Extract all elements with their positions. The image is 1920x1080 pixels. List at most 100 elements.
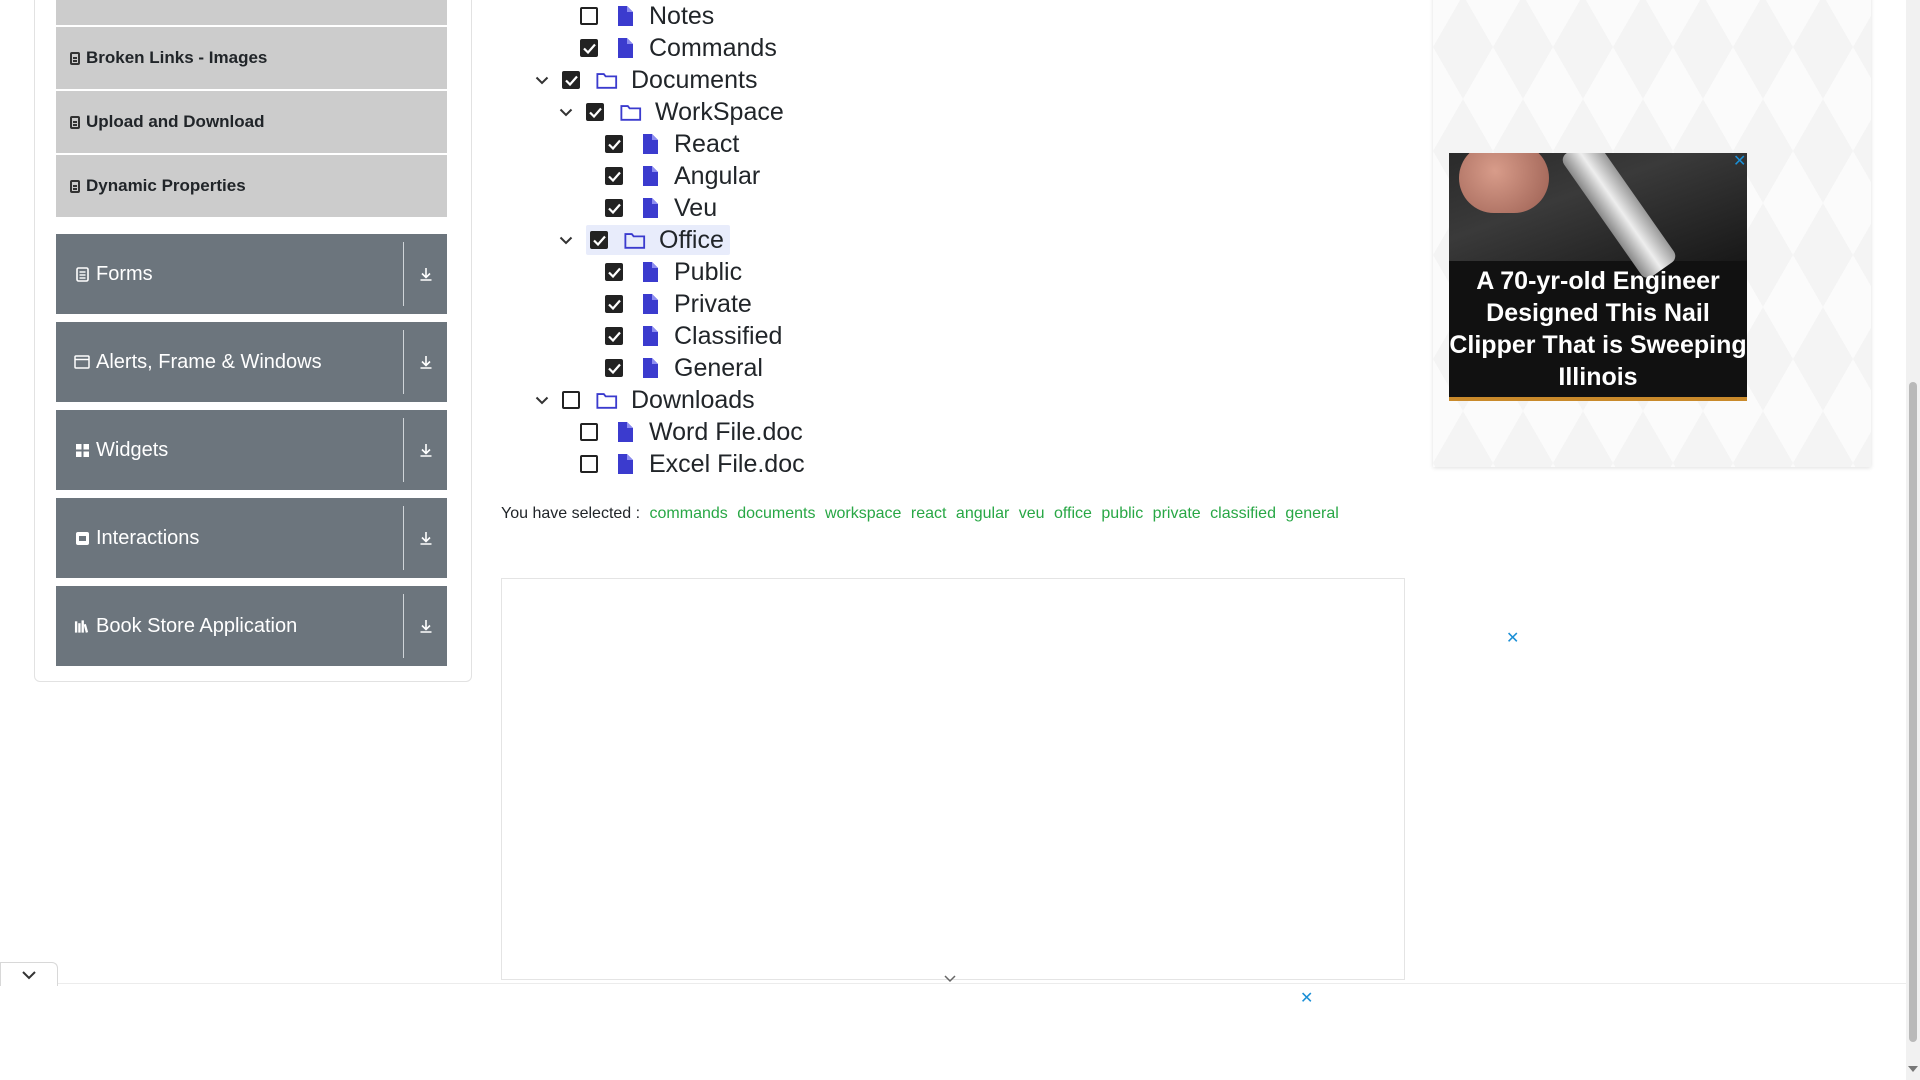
checkbox-unchecked-icon[interactable] [580,7,598,25]
download-arrow-icon[interactable] [404,330,447,394]
document-icon [70,179,80,193]
tree-node-commands[interactable]: Commands [580,33,777,63]
file-icon [614,37,636,59]
sidebar-item-dynamic-properties[interactable]: Dynamic Properties [56,155,447,217]
download-arrow-icon[interactable] [404,506,447,570]
selection-result: You have selected : commands documents w… [501,505,1339,523]
selection-result-items: commands documents workspace react angul… [645,505,1339,522]
sidebar-sub-item-partial[interactable] [56,0,447,25]
folder-icon [596,69,618,91]
file-icon [614,453,636,475]
ad-close-icon[interactable]: ✕ [1300,988,1313,1008]
window-icon [74,354,90,370]
sidebar-item-label: Broken Links - Images [86,48,268,67]
tree-node-classified[interactable]: Classified [605,321,782,351]
ad-frame [501,578,1405,980]
selected-item: commands [649,505,728,522]
tree-node-label[interactable]: Word File.doc [649,417,803,447]
scrollbar-thumb[interactable] [1909,382,1917,1042]
checkbox-checked-icon[interactable] [605,135,623,153]
scrollbar[interactable] [1906,0,1920,1080]
ad-close-icon[interactable]: ✕ [1733,151,1746,171]
chevron-down-icon[interactable] [558,232,574,248]
tree-node-word-file[interactable]: Word File.doc [580,417,803,447]
checkbox-checked-icon[interactable] [605,199,623,217]
checkbox-unchecked-icon[interactable] [580,423,598,441]
selected-item: veu [1018,505,1045,522]
download-arrow-icon[interactable] [404,418,447,482]
tree-node-label[interactable]: Documents [631,65,757,95]
ad-headline[interactable]: A 70-yr-old Engineer Designed This Nail … [1449,265,1747,393]
selected-item: angular [955,505,1010,522]
widgets-icon [74,442,90,458]
tree-node-label[interactable]: Commands [649,33,777,63]
selection-result-label: You have selected : [501,505,641,522]
tree-node-react[interactable]: React [605,129,739,159]
sidebar-group-book-store[interactable]: Book Store Application [56,586,447,666]
tree-node-label[interactable]: Angular [674,161,760,191]
tree-node-notes[interactable]: Notes [580,1,714,31]
tree-node-documents[interactable]: Documents [534,65,757,95]
tree-node-public[interactable]: Public [605,257,742,287]
tree-node-general[interactable]: General [605,353,763,383]
group-label: Alerts, Frame & Windows [96,350,322,373]
checkbox-checked-icon[interactable] [562,71,580,89]
ad-collapse-button[interactable] [0,962,58,986]
tree-node-workspace[interactable]: WorkSpace [558,97,784,127]
tree-node-label[interactable]: Excel File.doc [649,449,805,479]
ad-image-finger [1459,153,1549,213]
chevron-down-icon[interactable] [943,974,957,983]
checkbox-checked-icon[interactable] [586,103,604,121]
checkbox-checked-icon[interactable] [605,167,623,185]
scroll-down-arrow-icon[interactable] [1908,1066,1918,1072]
tree-node-label[interactable]: Private [674,289,752,319]
chevron-down-icon[interactable] [558,104,574,120]
tree-node-angular[interactable]: Angular [605,161,760,191]
checkbox-checked-icon[interactable] [605,359,623,377]
tree-node-label[interactable]: Office [659,225,724,255]
tree-node-private[interactable]: Private [605,289,752,319]
tree-node-office[interactable]: Office [558,225,730,255]
file-icon [639,261,661,283]
sidebar-group-forms[interactable]: Forms [56,234,447,314]
chevron-down-icon[interactable] [534,72,550,88]
tree-node-label[interactable]: WorkSpace [655,97,784,127]
download-arrow-icon[interactable] [404,242,447,306]
chevron-down-icon[interactable] [534,392,550,408]
tree-node-veu[interactable]: Veu [605,193,717,223]
ad-image-clipper [1559,153,1679,281]
checkbox-checked-icon[interactable] [605,295,623,313]
divider [403,594,404,658]
sidebar-item-broken-links[interactable]: Broken Links - Images [56,27,447,89]
tree-node-label[interactable]: General [674,353,763,383]
tree-node-label[interactable]: React [674,129,739,159]
file-icon [639,357,661,379]
tree-node-downloads[interactable]: Downloads [534,385,755,415]
sidebar-group-widgets[interactable]: Widgets [56,410,447,490]
tree-node-label[interactable]: Veu [674,193,717,223]
tree-node-label[interactable]: Public [674,257,742,287]
selected-item: office [1054,505,1092,522]
document-icon [70,115,80,129]
checkbox-checked-icon[interactable] [605,263,623,281]
tree-node-label[interactable]: Downloads [631,385,755,415]
sidebar-item-upload-download[interactable]: Upload and Download [56,91,447,153]
download-arrow-icon[interactable] [404,594,447,658]
group-label: Widgets [96,438,169,461]
checkbox-unchecked-icon[interactable] [580,455,598,473]
selected-item: public [1101,505,1144,522]
tree-node-label[interactable]: Classified [674,321,782,351]
tree-node-excel-file[interactable]: Excel File.doc [580,449,805,479]
sidebar-group-interactions[interactable]: Interactions [56,498,447,578]
checkbox-checked-icon[interactable] [605,327,623,345]
file-icon [639,325,661,347]
checkbox-checked-icon[interactable] [580,39,598,57]
interactions-icon [74,530,90,546]
checkbox-checked-icon[interactable] [590,231,608,249]
tree-node-label[interactable]: Notes [649,1,714,31]
checkbox-unchecked-icon[interactable] [562,391,580,409]
ad-banner[interactable]: A 70-yr-old Engineer Designed This Nail … [1449,153,1747,401]
ad-close-icon[interactable]: ✕ [1506,628,1519,648]
file-icon [639,165,661,187]
sidebar-group-alerts[interactable]: Alerts, Frame & Windows [56,322,447,402]
